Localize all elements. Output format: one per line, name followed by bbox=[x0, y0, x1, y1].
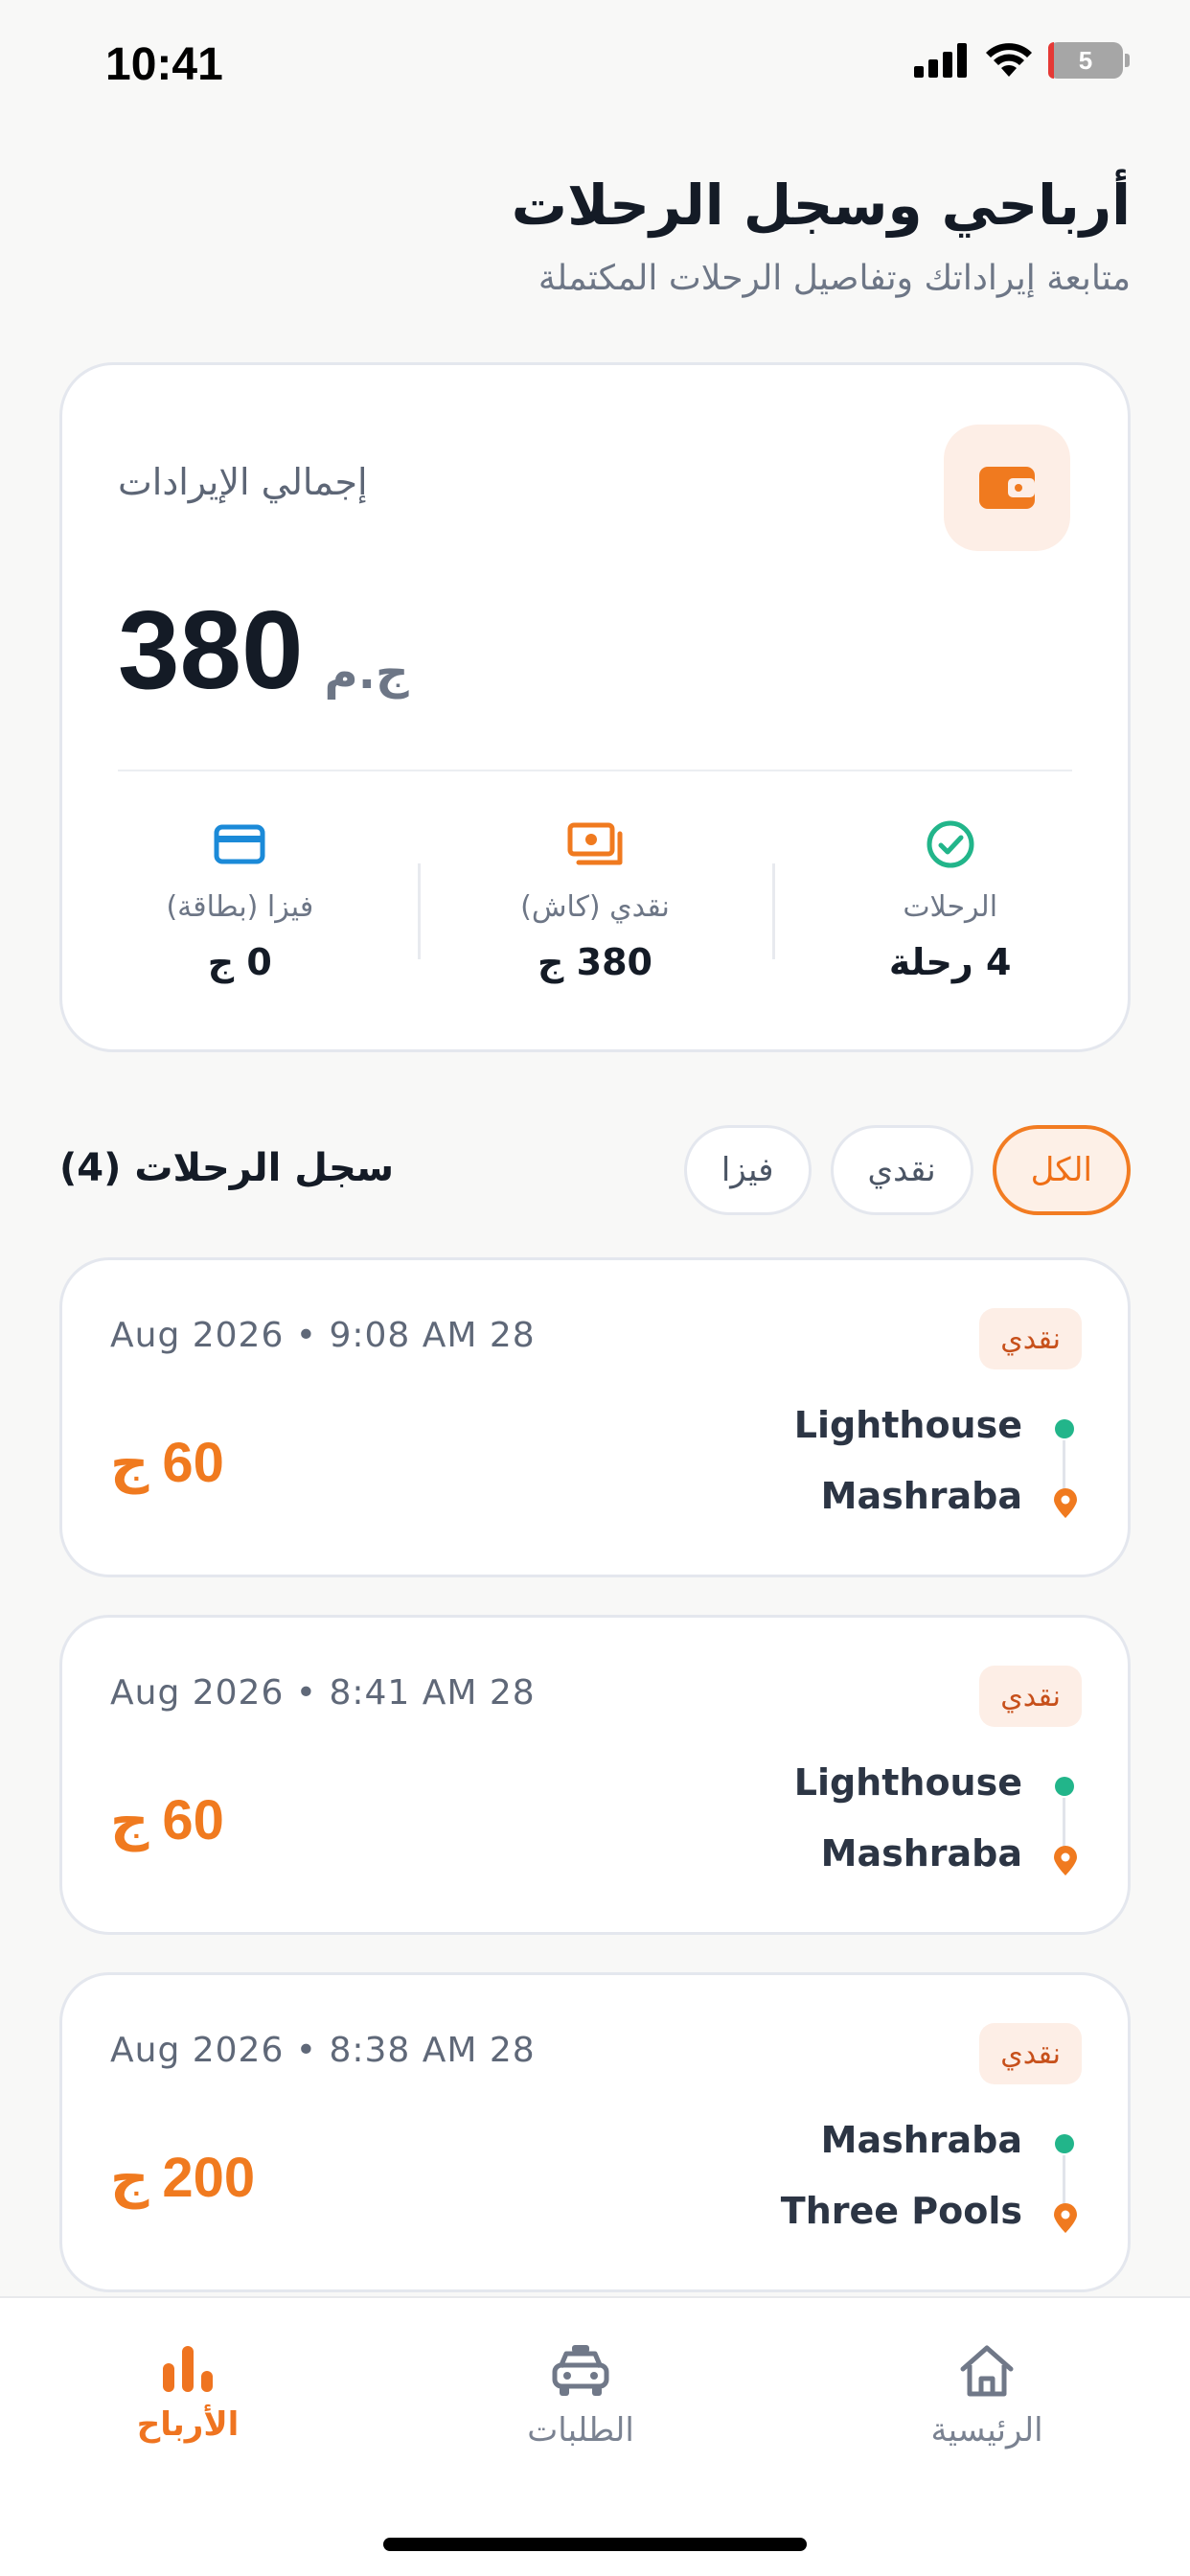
pickup-dot-icon bbox=[1055, 1777, 1074, 1796]
battery-icon: 5 bbox=[1048, 42, 1130, 79]
route-line bbox=[1063, 2155, 1065, 2205]
total-revenue-value: 380 bbox=[118, 587, 304, 712]
stat-visa-label: فيزا (بطاقة) bbox=[166, 890, 314, 924]
dropoff-location: Mashraba bbox=[820, 1475, 1022, 1517]
status-time: 10:41 bbox=[105, 39, 223, 90]
payment-badge: نقدي bbox=[979, 1666, 1082, 1727]
total-revenue-currency: ج.م bbox=[324, 646, 409, 700]
trip-card[interactable]: Aug 2026 • 8:38 AM 28 نقدي ج 200 Mashrab… bbox=[59, 1972, 1131, 2292]
home-icon bbox=[960, 2345, 1014, 2397]
stat-trips: الرحلات 4 رحلة bbox=[772, 816, 1128, 988]
filter-visa[interactable]: فيزا bbox=[683, 1125, 812, 1215]
trip-currency: ج bbox=[110, 1790, 149, 1852]
trip-amount: ج 60 bbox=[110, 1431, 224, 1495]
trip-route: Lighthouse Mashraba bbox=[601, 1404, 1080, 1529]
trip-route: Mashraba Three Pools bbox=[601, 2119, 1080, 2243]
cash-icon bbox=[567, 816, 623, 873]
pickup-location: Mashraba bbox=[820, 2119, 1022, 2161]
trip-history-title: سجل الرحلات (4) bbox=[59, 1146, 395, 1190]
stat-cash-label: نقدي (كاش) bbox=[520, 890, 670, 924]
trip-amount: ج 200 bbox=[110, 2146, 255, 2210]
divider bbox=[118, 770, 1072, 771]
tab-home-label: الرئيسية bbox=[930, 2411, 1043, 2450]
revenue-summary-card: إجمالي الإيرادات 380 ج.م فيزا (بطاقة) 0 … bbox=[59, 362, 1131, 1052]
total-revenue-label: إجمالي الإيرادات bbox=[118, 461, 368, 503]
stat-trips-label: الرحلات bbox=[903, 890, 998, 924]
pickup-location: Lighthouse bbox=[793, 1404, 1022, 1446]
tab-earnings-label: الأرباح bbox=[136, 2405, 240, 2444]
total-revenue: 380 ج.م bbox=[118, 586, 409, 714]
trip-route: Lighthouse Mashraba bbox=[601, 1761, 1080, 1886]
revenue-stats: فيزا (بطاقة) 0 ج نقدي (كاش) 380 ج الرحلا… bbox=[62, 816, 1128, 988]
status-bar: 10:41 5 bbox=[0, 0, 1190, 134]
trip-card[interactable]: Aug 2026 • 9:08 AM 28 نقدي ج 60 Lighthou… bbox=[59, 1257, 1131, 1577]
trip-date: Aug 2026 • 9:08 AM 28 bbox=[110, 1316, 536, 1355]
stat-visa-value: 0 ج bbox=[207, 941, 272, 983]
pickup-dot-icon bbox=[1055, 2134, 1074, 2153]
trip-amount-value: 60 bbox=[162, 1432, 224, 1494]
location-pin-icon bbox=[1054, 1846, 1077, 1875]
trip-date: Aug 2026 • 8:41 AM 28 bbox=[110, 1673, 536, 1713]
home-indicator bbox=[383, 2538, 807, 2551]
tab-earnings[interactable]: الأرباح bbox=[63, 2344, 312, 2444]
location-pin-icon bbox=[1054, 2203, 1077, 2233]
signal-icon bbox=[914, 43, 967, 78]
bottom-tab-bar: الأرباح الطلبات الرئيسية bbox=[0, 2296, 1190, 2576]
payment-badge: نقدي bbox=[979, 1308, 1082, 1369]
tab-orders[interactable]: الطلبات bbox=[456, 2344, 705, 2450]
page-subtitle: متابعة إيراداتك وتفاصيل الرحلات المكتملة bbox=[538, 259, 1131, 298]
card-icon bbox=[214, 816, 265, 873]
pickup-location: Lighthouse bbox=[793, 1761, 1022, 1804]
tab-home[interactable]: الرئيسية bbox=[862, 2344, 1111, 2450]
filter-all[interactable]: الكل bbox=[992, 1125, 1131, 1215]
car-icon bbox=[552, 2345, 609, 2396]
wifi-icon bbox=[986, 43, 1032, 77]
trip-currency: ج bbox=[110, 1433, 149, 1495]
location-pin-icon bbox=[1054, 1488, 1077, 1518]
route-line bbox=[1063, 1798, 1065, 1848]
stat-cash: نقدي (كاش) 380 ج bbox=[417, 816, 773, 988]
stat-visa: فيزا (بطاقة) 0 ج bbox=[62, 816, 418, 988]
stat-cash-value: 380 ج bbox=[538, 941, 652, 983]
page-title: أرباحي وسجل الرحلات bbox=[511, 172, 1131, 238]
stat-trips-value: 4 رحلة bbox=[888, 941, 1012, 983]
trip-amount-value: 60 bbox=[162, 1789, 224, 1852]
dropoff-location: Three Pools bbox=[780, 2190, 1022, 2232]
bar-chart-icon bbox=[163, 2346, 213, 2392]
trip-card[interactable]: Aug 2026 • 8:41 AM 28 نقدي ج 60 Lighthou… bbox=[59, 1615, 1131, 1935]
check-circle-icon bbox=[926, 816, 975, 873]
trip-amount: ج 60 bbox=[110, 1788, 224, 1852]
status-icons: 5 bbox=[914, 42, 1130, 79]
dropoff-location: Mashraba bbox=[820, 1832, 1022, 1874]
wallet-icon bbox=[944, 425, 1070, 551]
trip-date: Aug 2026 • 8:38 AM 28 bbox=[110, 2031, 536, 2070]
route-line bbox=[1063, 1440, 1065, 1490]
payment-filters: الكل نقدي فيزا bbox=[683, 1125, 1131, 1215]
tab-orders-label: الطلبات bbox=[527, 2411, 634, 2450]
filter-cash[interactable]: نقدي bbox=[830, 1125, 973, 1215]
payment-badge: نقدي bbox=[979, 2023, 1082, 2084]
pickup-dot-icon bbox=[1055, 1419, 1074, 1438]
trip-amount-value: 200 bbox=[162, 2147, 256, 2209]
trip-currency: ج bbox=[110, 2148, 149, 2210]
